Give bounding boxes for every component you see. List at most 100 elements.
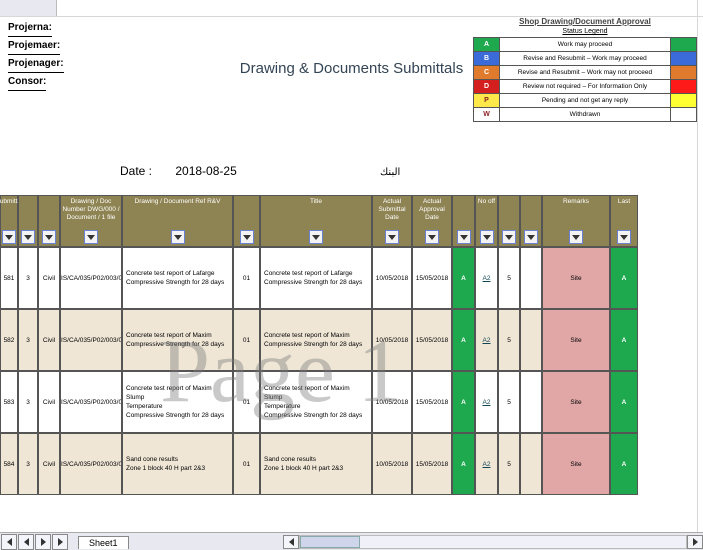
scroll-track[interactable] — [299, 535, 687, 549]
cell[interactable]: 584 — [0, 433, 18, 495]
filter-button[interactable] — [385, 230, 399, 244]
cell[interactable]: 3 — [18, 309, 38, 371]
cell[interactable] — [520, 371, 542, 433]
cell[interactable]: 01 — [233, 433, 260, 495]
table-row: 5843CivilDIS/CA/035/P02/003/04Sand cone … — [0, 433, 703, 495]
cell[interactable]: Site — [542, 371, 610, 433]
scroll-left-button[interactable] — [283, 535, 299, 549]
filter-button[interactable] — [502, 230, 516, 244]
column-header — [520, 195, 542, 247]
column-header: Title — [260, 195, 372, 247]
cell[interactable]: DIS/CA/035/P02/003/01 — [60, 247, 122, 309]
cell[interactable]: 01 — [233, 371, 260, 433]
cell[interactable]: 3 — [18, 433, 38, 495]
cell[interactable]: 5 — [498, 433, 520, 495]
cell[interactable]: 15/05/2018 — [412, 309, 452, 371]
cell[interactable]: 583 — [0, 371, 18, 433]
cell[interactable]: 5 — [498, 247, 520, 309]
legend-row: WWithdrawn — [474, 108, 697, 122]
cell[interactable]: Concrete test report of LafargeCompressi… — [260, 247, 372, 309]
sheet-nav-last-button[interactable] — [52, 534, 68, 550]
cell[interactable]: A2 — [475, 247, 498, 309]
cell[interactable]: 15/05/2018 — [412, 433, 452, 495]
cell[interactable]: 15/05/2018 — [412, 247, 452, 309]
cell[interactable]: Concrete test report of MaximSlumpTemper… — [122, 371, 233, 433]
cell[interactable]: 3 — [18, 371, 38, 433]
filter-button[interactable] — [171, 230, 185, 244]
filter-button[interactable] — [480, 230, 494, 244]
cell[interactable]: 15/05/2018 — [412, 371, 452, 433]
cell[interactable]: A — [452, 247, 475, 309]
cell[interactable]: 581 — [0, 247, 18, 309]
cell[interactable]: DIS/CA/035/P02/003/02 — [60, 309, 122, 371]
cell[interactable]: A — [452, 371, 475, 433]
cell[interactable]: 01 — [233, 247, 260, 309]
table-header: SubmittalDrawing / Doc Number DWG/000 / … — [0, 195, 703, 247]
cell[interactable]: A — [610, 247, 638, 309]
legend-code: D — [474, 80, 500, 94]
column-header — [38, 195, 60, 247]
cell[interactable]: 3 — [18, 247, 38, 309]
filter-button[interactable] — [84, 230, 98, 244]
cell[interactable]: 5 — [498, 371, 520, 433]
cell[interactable]: Concrete test report of MaximCompressive… — [260, 309, 372, 371]
cell[interactable]: 582 — [0, 309, 18, 371]
cell[interactable]: Civil — [38, 309, 60, 371]
cell[interactable]: A — [452, 309, 475, 371]
filter-button[interactable] — [524, 230, 538, 244]
filter-button[interactable] — [617, 230, 631, 244]
cell[interactable]: Concrete test report of LafargeCompressi… — [122, 247, 233, 309]
scroll-thumb[interactable] — [300, 536, 360, 548]
legend-code: P — [474, 94, 500, 108]
cell[interactable]: Civil — [38, 433, 60, 495]
horizontal-scrollbar[interactable] — [283, 532, 703, 550]
cell[interactable]: Sand cone resultsZone 1 block 40 H part … — [122, 433, 233, 495]
filter-button[interactable] — [309, 230, 323, 244]
legend-swatch — [671, 38, 697, 52]
cell[interactable]: A — [610, 371, 638, 433]
cell[interactable]: Site — [542, 433, 610, 495]
cell[interactable]: Sand cone resultsZone 1 block 40 H part … — [260, 433, 372, 495]
filter-button[interactable] — [425, 230, 439, 244]
filter-button[interactable] — [240, 230, 254, 244]
cell[interactable]: DIS/CA/035/P02/003/04 — [60, 433, 122, 495]
cell[interactable]: 10/05/2018 — [372, 371, 412, 433]
cell[interactable]: A — [452, 433, 475, 495]
legend-table: AWork may proceedBRevise and Resubmit – … — [473, 37, 697, 122]
cell[interactable]: Site — [542, 309, 610, 371]
cell[interactable]: Concrete test report of MaximSlumpTemper… — [260, 371, 372, 433]
cell[interactable]: 10/05/2018 — [372, 309, 412, 371]
cell[interactable]: A2 — [475, 309, 498, 371]
filter-button[interactable] — [21, 230, 35, 244]
cell[interactable]: 10/05/2018 — [372, 433, 412, 495]
cell[interactable]: A — [610, 433, 638, 495]
cell[interactable]: Civil — [38, 371, 60, 433]
legend-row: PPending and not get any reply — [474, 94, 697, 108]
sheet-nav-prev-button[interactable] — [18, 534, 34, 550]
column-header — [452, 195, 475, 247]
cell[interactable]: DIS/CA/035/P02/003/03 — [60, 371, 122, 433]
arabic-text: البنك — [380, 167, 400, 178]
legend-swatch — [671, 94, 697, 108]
cell[interactable]: 5 — [498, 309, 520, 371]
cell[interactable]: Site — [542, 247, 610, 309]
cell[interactable]: A2 — [475, 371, 498, 433]
cell[interactable]: A — [610, 309, 638, 371]
scroll-right-button[interactable] — [687, 535, 703, 549]
filter-button[interactable] — [2, 230, 16, 244]
column-header: Actual Approval Date — [412, 195, 452, 247]
cell[interactable] — [520, 433, 542, 495]
cell[interactable]: A2 — [475, 433, 498, 495]
filter-button[interactable] — [569, 230, 583, 244]
sheet-tab[interactable]: Sheet1 — [78, 536, 129, 549]
cell[interactable] — [520, 247, 542, 309]
cell[interactable]: Civil — [38, 247, 60, 309]
sheet-nav-first-button[interactable] — [1, 534, 17, 550]
cell[interactable]: 10/05/2018 — [372, 247, 412, 309]
sheet-nav-next-button[interactable] — [35, 534, 51, 550]
cell[interactable]: 01 — [233, 309, 260, 371]
filter-button[interactable] — [42, 230, 56, 244]
cell[interactable]: Concrete test report of MaximCompressive… — [122, 309, 233, 371]
filter-button[interactable] — [457, 230, 471, 244]
cell[interactable] — [520, 309, 542, 371]
